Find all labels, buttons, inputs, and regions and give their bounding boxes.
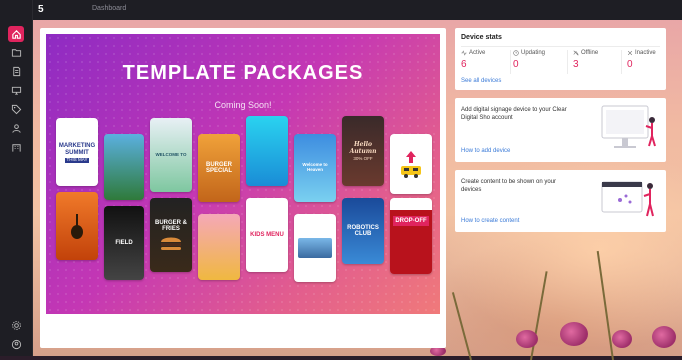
sidebar-item-tags[interactable] <box>9 102 23 116</box>
template-packages-panel: TEMPLATE PACKAGES Coming Soon! MARKETING… <box>40 28 446 348</box>
stat-label: Active <box>469 50 486 56</box>
monitor-icon <box>11 86 21 95</box>
flower-stem <box>451 292 472 360</box>
activity-icon <box>461 50 467 56</box>
stat-value: 0 <box>513 59 519 70</box>
template-tile[interactable]: DROP-OFF <box>390 198 432 274</box>
template-tile[interactable] <box>246 116 288 186</box>
template-tile[interactable]: WELCOME TO <box>150 118 192 192</box>
template-tile[interactable]: KIDS MENU <box>246 198 288 272</box>
template-tile-title: WELCOME TO <box>155 151 187 157</box>
template-tile[interactable] <box>104 134 144 200</box>
divider <box>621 50 622 74</box>
divider <box>567 50 568 74</box>
stat-label: Updating <box>521 50 546 56</box>
flower <box>652 326 676 348</box>
sidebar-item-content[interactable] <box>9 64 23 78</box>
stat-label: Offline <box>581 50 599 56</box>
template-tile[interactable] <box>198 214 240 280</box>
template-tile-title: FIELD <box>115 239 133 246</box>
stat-label: Inactive <box>635 50 656 56</box>
burger-icon <box>161 237 181 251</box>
template-tile-title: BURGER SPECIAL <box>205 161 232 174</box>
template-tile[interactable]: BURGER SPECIAL <box>198 134 240 202</box>
template-tile-subtitle: 30% OFF <box>353 155 373 161</box>
account-icon <box>11 339 21 349</box>
how-to-create-content-link[interactable]: How to create content <box>461 218 519 224</box>
template-tile[interactable] <box>390 134 432 194</box>
see-all-devices-link[interactable]: See all devices <box>461 78 501 84</box>
template-tile[interactable] <box>56 192 98 260</box>
template-tile[interactable]: ROBOTICS CLUB <box>342 198 384 264</box>
stat-value: 3 <box>573 59 579 70</box>
device-illustration <box>601 105 656 148</box>
flower-stem <box>596 250 614 360</box>
building-icon <box>11 143 21 152</box>
flower <box>560 322 588 346</box>
device-stats-card: Device stats Active 6 Updating 0 Offline… <box>455 28 666 90</box>
content-illustration <box>601 181 654 217</box>
divider <box>510 50 511 74</box>
stat-active[interactable]: Active 6 <box>461 50 511 70</box>
sidebar-item-home[interactable] <box>8 26 24 42</box>
template-tile-title: Hello Autumn <box>349 141 377 155</box>
page-title: Dashboard <box>92 5 127 12</box>
divider <box>461 46 660 47</box>
close-icon <box>627 50 633 56</box>
sidebar-item-users[interactable] <box>9 121 23 135</box>
device-stats-title: Device stats <box>461 34 502 41</box>
folder-icon <box>11 48 21 57</box>
template-tile[interactable]: MARKETING SUMMIT THIS MAY <box>56 118 98 186</box>
gear-icon <box>11 320 21 330</box>
create-content-text: Create content to be shown on your devic… <box>461 179 557 194</box>
sidebar-item-devices[interactable] <box>9 83 23 97</box>
sidebar-item-account[interactable] <box>9 337 23 351</box>
school-bus-icon <box>401 166 421 178</box>
template-tile[interactable]: Welcome to Heaven <box>294 134 336 202</box>
template-packages-banner[interactable]: TEMPLATE PACKAGES Coming Soon! MARKETING… <box>46 34 440 314</box>
stat-inactive[interactable]: Inactive 0 <box>627 50 677 70</box>
stat-offline[interactable]: Offline 3 <box>573 50 623 70</box>
home-icon <box>11 29 21 39</box>
banner-footer <box>46 314 440 342</box>
template-tile-image <box>298 238 332 258</box>
template-tile-title: KIDS MENU <box>250 231 284 238</box>
template-tile-title: BURGER & FRIES <box>154 219 187 232</box>
tag-icon <box>11 104 21 114</box>
sidebar <box>0 0 33 356</box>
flower <box>516 330 538 348</box>
offline-icon <box>573 50 579 56</box>
template-tile[interactable]: Hello Autumn 30% OFF <box>342 116 384 186</box>
top-bar: 5 Dashboard <box>32 0 682 20</box>
template-tile-title: ROBOTICS CLUB <box>347 224 379 237</box>
sidebar-item-folders[interactable] <box>9 45 23 59</box>
template-tile[interactable]: BURGER & FRIES <box>150 198 192 272</box>
sidebar-item-buildings[interactable] <box>9 140 23 154</box>
add-device-card: Add digital signage device to your Clear… <box>455 98 666 162</box>
create-content-card: Create content to be shown on your devic… <box>455 170 666 232</box>
template-tile[interactable]: FIELD <box>104 206 144 280</box>
sidebar-item-settings[interactable] <box>9 318 23 332</box>
user-icon <box>11 123 21 133</box>
arrow-up-icon <box>406 151 416 163</box>
template-tile-subtitle: THIS MAY <box>64 156 90 163</box>
stat-value: 6 <box>461 59 467 70</box>
template-tile-title: MARKETING SUMMIT <box>58 143 96 156</box>
clock-icon <box>513 50 519 56</box>
flower <box>612 330 632 348</box>
banner-title: TEMPLATE PACKAGES <box>122 62 364 84</box>
app-logo[interactable]: 5 <box>38 4 52 16</box>
template-tile-title: DROP-OFF <box>393 215 429 227</box>
document-icon <box>12 66 20 76</box>
stat-updating[interactable]: Updating 0 <box>513 50 563 70</box>
template-tile-title: Welcome to Heaven <box>302 162 328 172</box>
banner-subtitle: Coming Soon! <box>214 100 272 110</box>
add-device-text: Add digital signage device to your Clear… <box>461 107 567 122</box>
guitar-icon <box>71 214 83 239</box>
template-tile[interactable] <box>294 214 336 282</box>
how-to-add-device-link[interactable]: How to add device <box>461 148 510 154</box>
stat-value: 0 <box>627 59 633 70</box>
